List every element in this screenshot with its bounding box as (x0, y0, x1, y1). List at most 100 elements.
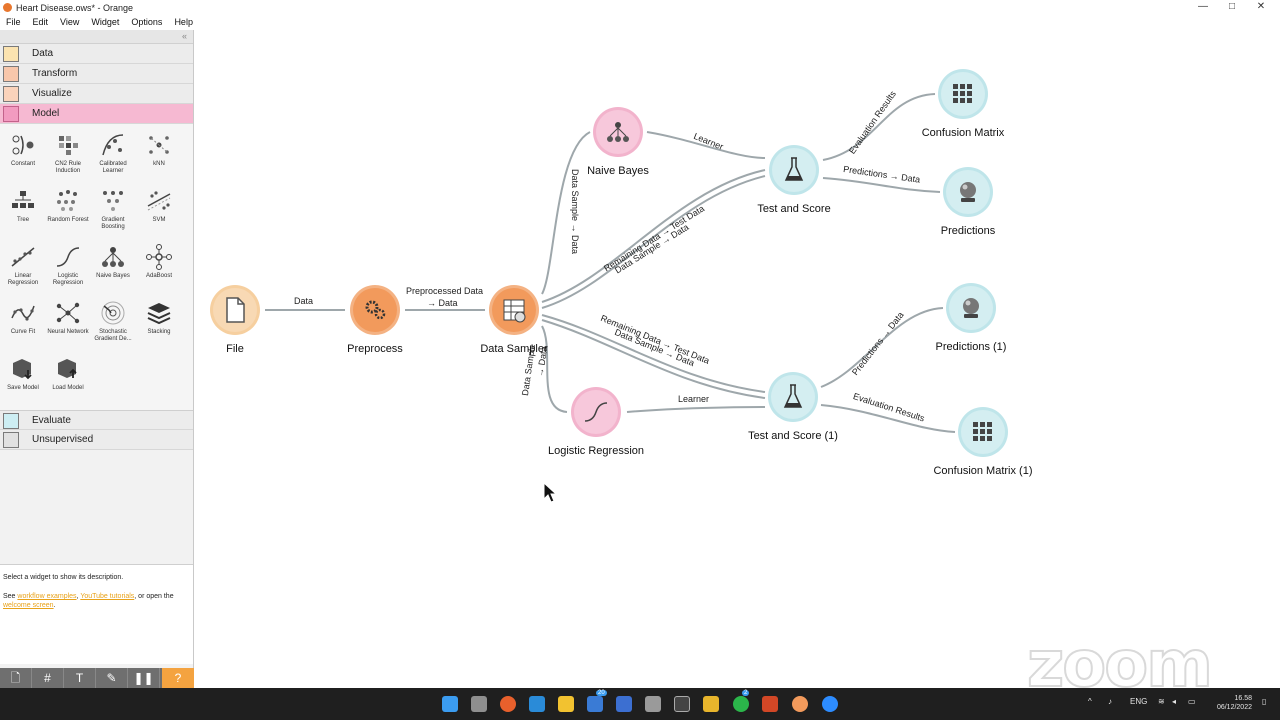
node-predictions-1[interactable]: Predictions (1) (936, 283, 1006, 353)
welcome-screen-link[interactable]: welcome screen (3, 602, 54, 609)
node-preprocess[interactable]: Preprocess (347, 285, 403, 355)
node-test-and-score-1[interactable]: Test and Score (1) (748, 372, 838, 442)
node-confusion-matrix[interactable]: Confusion Matrix (922, 69, 1004, 139)
widget-adaboost[interactable]: AdaBoost (136, 244, 182, 280)
system-clock[interactable]: 16.58 06/12/2022 (1210, 694, 1252, 712)
clock-time: 16.58 (1234, 695, 1252, 702)
constant-icon (12, 135, 34, 155)
mouse-cursor-icon (543, 482, 557, 503)
widget-naive-bayes[interactable]: Naive Bayes (90, 244, 136, 280)
text-annotation-button[interactable]: T (64, 668, 96, 688)
microphone-icon[interactable]: ♪ (1108, 697, 1112, 706)
caption-predictions-1: Predictions (1) (935, 341, 1007, 353)
grid-button[interactable]: # (32, 668, 64, 688)
vscode-icon[interactable] (529, 696, 545, 712)
drive-icon[interactable] (703, 696, 719, 712)
widget-curve-fit[interactable]: Curve Fit (0, 300, 46, 336)
node-confusion-matrix-1[interactable]: Confusion Matrix (1) (933, 407, 1033, 477)
volume-icon[interactable]: ◂ (1172, 697, 1176, 706)
youtube-tutorials-link[interactable]: YouTube tutorials (80, 593, 134, 600)
start-icon[interactable] (442, 696, 458, 712)
widget-stochastic-gradient-descent[interactable]: Stochastic Gradient De... (90, 300, 136, 343)
close-button[interactable]: ✕ (1246, 1, 1276, 12)
task-view-icon[interactable] (471, 696, 487, 712)
category-model[interactable]: Model (0, 104, 193, 124)
notes-icon[interactable] (645, 696, 661, 712)
widget-load-model[interactable]: Load Model (45, 356, 91, 392)
info-button[interactable]: 🗋 (0, 668, 32, 688)
menu-help[interactable]: Help (174, 16, 193, 30)
workflow-examples-link[interactable]: workflow examples (17, 593, 76, 600)
logistic-regression-node-icon (584, 402, 608, 422)
notification-icon[interactable]: ▯ (1262, 697, 1266, 706)
caption-predictions: Predictions (940, 225, 996, 237)
arrow-annotation-button[interactable]: ✎ (96, 668, 128, 688)
category-unsupervised[interactable]: Unsupervised (0, 430, 193, 450)
widget-svm[interactable]: SVM (136, 188, 182, 224)
widget-random-forest[interactable]: Random Forest (45, 188, 91, 224)
widget-linear-regression[interactable]: Linear Regression (0, 244, 46, 287)
node-naive-bayes[interactable]: Naive Bayes (587, 107, 649, 177)
widget-calibrated-learner[interactable]: Calibrated Learner (90, 132, 136, 175)
collapse-toolbox-icon[interactable]: « (182, 31, 187, 41)
widget-knn[interactable]: kNN (136, 132, 182, 168)
orange-taskbar-icon[interactable] (792, 696, 808, 712)
crystal-ball-icon (963, 298, 979, 318)
powerpoint-icon[interactable] (762, 696, 778, 712)
widget-constant[interactable]: Constant (0, 132, 46, 168)
orange-logo-icon (3, 3, 12, 12)
category-visualize[interactable]: Visualize (0, 84, 193, 104)
language-indicator[interactable]: ENG (1130, 697, 1147, 706)
wifi-icon[interactable]: ≋ (1158, 697, 1165, 706)
random-forest-icon (57, 190, 77, 211)
category-data[interactable]: Data (0, 44, 193, 64)
widget-gradient-boosting[interactable]: Gradient Boosting (90, 188, 136, 231)
file-explorer-icon[interactable] (558, 696, 574, 712)
canvas-toolbar: 🗋 # T ✎ ❚❚ ? (0, 668, 194, 688)
firefox-icon[interactable] (500, 696, 516, 712)
widget-cn2-rule-induction[interactable]: CN2 Rule Induction (45, 132, 91, 175)
widget-tree[interactable]: Tree (0, 188, 46, 224)
node-data-sampler[interactable]: Data Sampler (480, 285, 548, 355)
visualize-category-icon (3, 86, 19, 102)
node-file[interactable]: File (210, 285, 260, 355)
transform-category-icon (3, 66, 19, 82)
zoom-taskbar-icon[interactable] (822, 696, 838, 712)
description-links: See workflow examples, YouTube tutorials… (3, 593, 174, 609)
svm-icon (147, 191, 171, 211)
knn-icon (149, 136, 169, 154)
node-test-and-score[interactable]: Test and Score (757, 145, 831, 215)
adaboost-icon (146, 244, 172, 270)
battery-icon[interactable]: ▭ (1188, 697, 1196, 706)
node-predictions[interactable]: Predictions (941, 167, 995, 237)
widget-stacking[interactable]: Stacking (136, 300, 182, 336)
menu-view[interactable]: View (60, 16, 79, 30)
link-testscore-predictions (822, 177, 941, 193)
tray-chevron-icon[interactable]: ^ (1088, 697, 1092, 706)
caption-data-sampler: Data Sampler (480, 343, 548, 355)
category-evaluate[interactable]: Evaluate (0, 410, 193, 430)
help-button[interactable]: ? (162, 668, 194, 688)
label-preprocess-sampler-1: Preprocessed Data (406, 286, 484, 296)
maximize-button[interactable]: □ (1217, 1, 1247, 12)
pause-button[interactable]: ❚❚ (128, 668, 160, 688)
widget-save-model[interactable]: Save Model (0, 356, 46, 392)
store-icon[interactable] (616, 696, 632, 712)
widget-description-box: Select a widget to show its description.… (0, 564, 193, 664)
terminal-icon[interactable] (674, 696, 690, 712)
menu-edit[interactable]: Edit (33, 16, 49, 30)
workflow-canvas[interactable]: Data Preprocessed Data → Data Data Sampl… (195, 30, 1280, 688)
category-transform[interactable]: Transform (0, 64, 193, 84)
menu-widget[interactable]: Widget (91, 16, 119, 30)
menu-options[interactable]: Options (131, 16, 162, 30)
menu-file[interactable]: File (6, 16, 21, 30)
neural-network-icon (56, 302, 80, 324)
window-title: Heart Disease.ows* - Orange (16, 3, 134, 13)
model-widget-grid: Constant CN2 Rule Induction Calibrated L… (0, 124, 193, 410)
widget-logistic-regression[interactable]: Logistic Regression (45, 244, 91, 287)
widget-neural-network[interactable]: Neural Network (45, 300, 91, 336)
node-logistic-regression[interactable]: Logistic Regression (548, 387, 644, 457)
minimize-button[interactable]: — (1188, 1, 1218, 12)
whatsapp-icon[interactable]: 2 (733, 690, 750, 712)
mail-icon[interactable]: 20 (587, 690, 607, 712)
